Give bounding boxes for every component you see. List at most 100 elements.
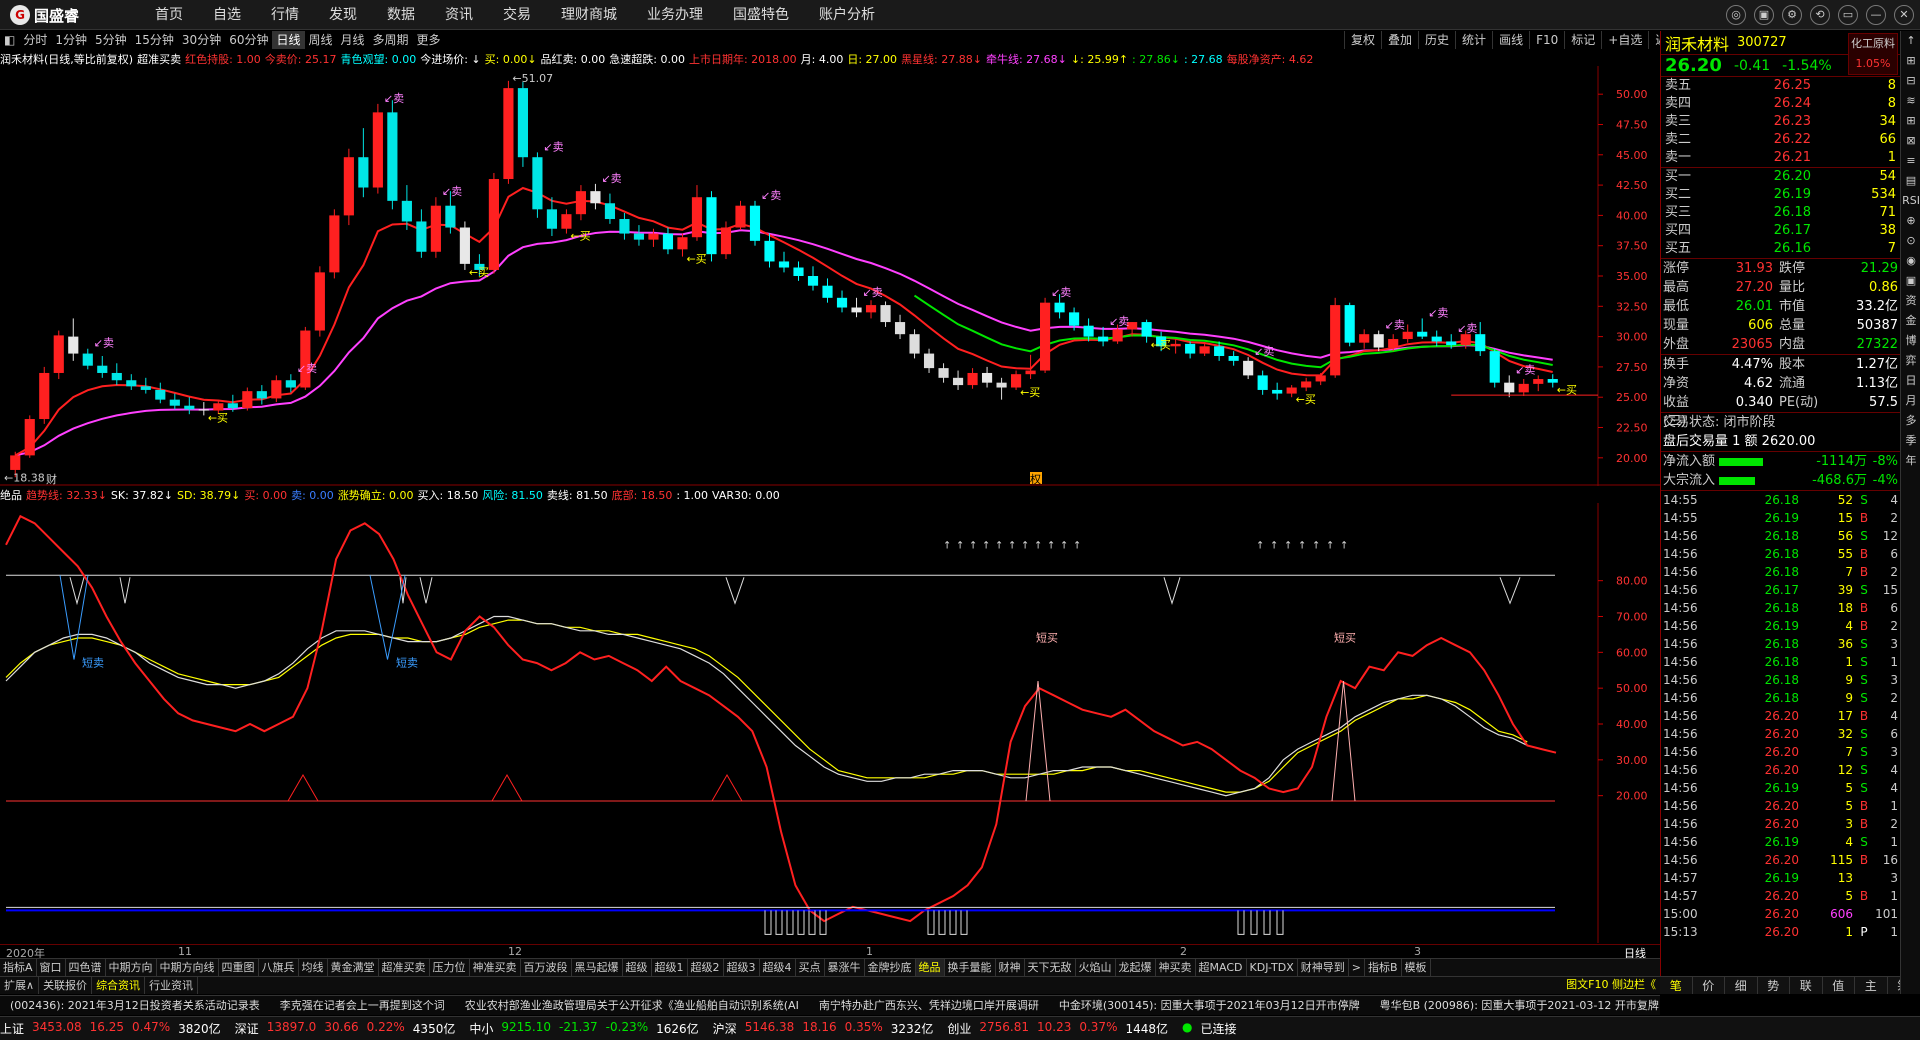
bid-row[interactable]: 买二 26.19 534 xyxy=(1661,186,1900,204)
window-control-icon-2[interactable]: ⚙ xyxy=(1782,5,1802,25)
indicator-tab-19[interactable]: 买点 xyxy=(796,959,825,976)
menu-item-8[interactable]: 业务办理 xyxy=(632,0,718,30)
bid-row[interactable]: 买一 26.20 54 xyxy=(1661,168,1900,186)
news-item[interactable]: (002436): 2021年3月12日投资者关系活动记录表 xyxy=(10,999,260,1012)
indicator-right-tab-0[interactable]: 指标B xyxy=(1365,959,1402,976)
tool-button-3[interactable]: 统计 xyxy=(1455,31,1492,49)
window-control-icon-3[interactable]: ⟲ xyxy=(1810,5,1830,25)
side-tool-icon-3[interactable]: ≋ xyxy=(1901,91,1920,111)
menu-item-5[interactable]: 资讯 xyxy=(430,0,488,30)
period-6[interactable]: 日线 xyxy=(272,31,305,49)
tool-button-0[interactable]: 复权 xyxy=(1344,31,1381,49)
side-tool-icon-13[interactable]: 资 xyxy=(1901,291,1920,311)
side-tool-icon-7[interactable]: ▤ xyxy=(1901,171,1920,191)
indicator-tab-8[interactable]: 黄金满堂 xyxy=(328,959,379,976)
indicator-tab-10[interactable]: 压力位 xyxy=(430,959,470,976)
indicator-tab-26[interactable]: 火焰山 xyxy=(1076,959,1116,976)
news-item[interactable]: 中金环境(300145): 因重大事项于2021年03月12日开市停牌 xyxy=(1059,999,1360,1012)
indicator-tab-20[interactable]: 暴涨牛 xyxy=(825,959,865,976)
indicator-tab-15[interactable]: 超级1 xyxy=(652,959,688,976)
news-item[interactable]: 南宁特办赴广西东兴、凭祥边境口岸开展调研 xyxy=(819,999,1039,1012)
menu-item-10[interactable]: 账户分析 xyxy=(804,0,890,30)
ask-row[interactable]: 卖五 26.25 8 xyxy=(1661,77,1900,95)
indicator-tab-11[interactable]: 神准买卖 xyxy=(470,959,521,976)
ask-row[interactable]: 卖三 26.23 34 xyxy=(1661,113,1900,131)
tool-button-5[interactable]: F10 xyxy=(1529,31,1564,49)
indicator-tab-27[interactable]: 龙起爆 xyxy=(1116,959,1156,976)
indicator-tab-24[interactable]: 财神 xyxy=(996,959,1025,976)
tool-button-6[interactable]: 标记 xyxy=(1564,31,1601,49)
indicator-tab-31[interactable]: 财神导到 xyxy=(1298,959,1349,976)
period-1[interactable]: 1分钟 xyxy=(51,31,91,49)
indicator-tab-9[interactable]: 超准买卖 xyxy=(379,959,430,976)
index-quote[interactable]: 上证 3453.08 16.25 0.47% 3820亿 xyxy=(0,1020,221,1037)
window-control-icon-6[interactable]: ✕ xyxy=(1894,5,1914,25)
side-tool-icon-19[interactable]: 多 xyxy=(1901,411,1920,431)
menu-item-4[interactable]: 数据 xyxy=(372,0,430,30)
indicator-tab-14[interactable]: 超级 xyxy=(623,959,652,976)
period-3[interactable]: 15分钟 xyxy=(131,31,178,49)
indicator-tab-2[interactable]: 四色谱 xyxy=(66,959,106,976)
side-tool-icon-12[interactable]: ▣ xyxy=(1901,271,1920,291)
tick-list[interactable]: 14:55 26.18 52 S 4 14:55 26.19 15 B 2 14:56 26.18 56… xyxy=(1661,490,1900,941)
indicator-tab-28[interactable]: 神买卖 xyxy=(1156,959,1196,976)
tool-button-2[interactable]: 历史 xyxy=(1418,31,1455,49)
indicator-tab-0[interactable]: 指标A xyxy=(0,959,37,976)
indicator-tab-18[interactable]: 超级4 xyxy=(760,959,796,976)
menu-item-6[interactable]: 交易 xyxy=(488,0,546,30)
period-8[interactable]: 月线 xyxy=(337,31,369,49)
window-control-icon-4[interactable]: ▭ xyxy=(1838,5,1858,25)
panel-toggle-icon[interactable]: ◧ xyxy=(0,31,19,49)
bid-row[interactable]: 买五 26.16 7 xyxy=(1661,240,1900,258)
news-item[interactable]: 李克强在记者会上一再提到这个词 xyxy=(280,999,445,1012)
indicator-tab-7[interactable]: 均线 xyxy=(299,959,328,976)
indicator-tab-6[interactable]: 八旗兵 xyxy=(259,959,299,976)
indicator-tab-16[interactable]: 超级2 xyxy=(688,959,724,976)
side-tool-icon-21[interactable]: 年 xyxy=(1901,451,1920,471)
indicator-tab-4[interactable]: 中期方向线 xyxy=(157,959,219,976)
indicator-tab-21[interactable]: 金牌抄底 xyxy=(865,959,916,976)
side-tool-icon-10[interactable]: ⊙ xyxy=(1901,231,1920,251)
side-tool-icon-6[interactable]: ≡ xyxy=(1901,151,1920,171)
side-tool-icon-15[interactable]: 博 xyxy=(1901,331,1920,351)
candlestick-chart[interactable]: 20.00 22.50 25.00 27.50 30.00 32.50 35.00 37.50… xyxy=(0,66,1660,486)
ask-row[interactable]: 卖二 26.22 66 xyxy=(1661,131,1900,149)
side-tool-icon-18[interactable]: 月 xyxy=(1901,391,1920,411)
side-tool-icon-1[interactable]: ⊞ xyxy=(1901,51,1920,71)
news-item[interactable]: 农业农村部渔业渔政管理局关于公开征求《渔业船舶自动识别系统(AI xyxy=(465,999,799,1012)
indicator-right-tab-1[interactable]: 模板 xyxy=(1402,959,1431,976)
quote-tab-4[interactable]: 联 xyxy=(1790,977,1823,994)
indicator-tab-1[interactable]: 窗口 xyxy=(37,959,66,976)
index-quote[interactable]: 沪深 5146.38 18.16 0.35% 3232亿 xyxy=(713,1020,934,1037)
bid-row[interactable]: 买三 26.18 71 xyxy=(1661,204,1900,222)
period-2[interactable]: 5分钟 xyxy=(91,31,131,49)
news-item[interactable]: 粤华包B (200986): 因重大事项于2021-03-12 开市复牌 xyxy=(1380,999,1659,1012)
quote-tab-3[interactable]: 势 xyxy=(1758,977,1790,994)
info-tab-2[interactable]: 综合资讯 xyxy=(92,977,146,994)
side-tool-icon-17[interactable]: 日 xyxy=(1901,371,1920,391)
period-10[interactable]: 更多 xyxy=(413,31,445,49)
quote-tab-1[interactable]: 价 xyxy=(1693,977,1725,994)
side-tool-icon-2[interactable]: ⊟ xyxy=(1901,71,1920,91)
side-tool-icon-8[interactable]: RSI xyxy=(1901,191,1920,211)
bid-row[interactable]: 买四 26.17 38 xyxy=(1661,222,1900,240)
side-tool-icon-5[interactable]: ⊠ xyxy=(1901,131,1920,151)
indicator-tab-32[interactable]: > xyxy=(1349,959,1365,976)
indicator-tab-5[interactable]: 四重图 xyxy=(219,959,259,976)
f10-sidebar-toggle[interactable]: 图文F10 侧边栏《 xyxy=(1560,976,1660,994)
info-tab-3[interactable]: 行业资讯 xyxy=(145,977,199,994)
jueping-indicator-chart[interactable]: 20.00 30.00 40.00 50.00 60.00 70.00 80.00 短卖 短卖 短… xyxy=(0,503,1660,943)
tool-button-4[interactable]: 画线 xyxy=(1492,31,1529,49)
menu-item-9[interactable]: 国盛特色 xyxy=(718,0,804,30)
index-quote[interactable]: 创业 2756.81 10.23 0.37% 1448亿 xyxy=(947,1020,1168,1037)
indicator-tab-17[interactable]: 超级3 xyxy=(724,959,760,976)
side-tool-icon-9[interactable]: ⊕ xyxy=(1901,211,1920,231)
info-tab-0[interactable]: 扩展∧ xyxy=(0,977,40,994)
side-tool-icon-11[interactable]: ◉ xyxy=(1901,251,1920,271)
indicator-tab-30[interactable]: KDJ-TDX xyxy=(1247,959,1298,976)
side-tool-icon-14[interactable]: 金 xyxy=(1901,311,1920,331)
menu-item-3[interactable]: 发现 xyxy=(314,0,372,30)
tool-button-7[interactable]: +自选 xyxy=(1601,31,1648,49)
indicator-tab-22[interactable]: 绝品 xyxy=(915,959,945,976)
indicator-tab-12[interactable]: 百万波段 xyxy=(521,959,572,976)
